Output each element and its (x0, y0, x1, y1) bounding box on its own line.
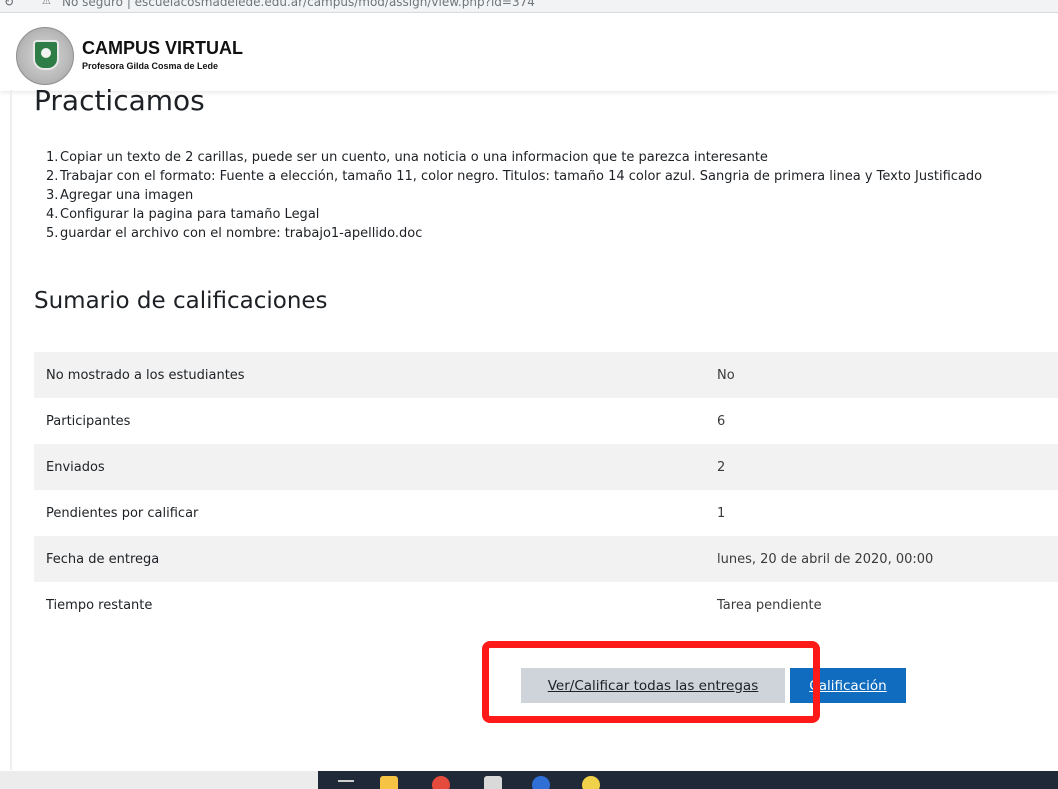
row-value: 2 (717, 444, 1058, 490)
table-row: Fecha de entrega lunes, 20 de abril de 2… (34, 536, 1058, 582)
row-label: Participantes (46, 413, 131, 429)
page-title: Practicamos (34, 84, 205, 117)
task-view-icon[interactable] (338, 780, 354, 782)
grading-summary-table: No mostrado a los estudiantes No Partici… (34, 352, 1058, 628)
table-row: No mostrado a los estudiantes No (34, 352, 1058, 398)
app-icon[interactable] (582, 776, 600, 789)
view-all-submissions-button[interactable]: Ver/Calificar todas las entregas (521, 668, 785, 703)
row-label: Enviados (34, 444, 717, 490)
task-instructions-list: 1. Copiar un texto de 2 carillas, puede s… (46, 148, 982, 243)
grade-button[interactable]: Calificación (790, 668, 906, 703)
warning-lock-icon[interactable]: ⚠ (42, 0, 51, 7)
url-text[interactable]: No seguro | escuelacosmadelede.edu.ar/ca… (62, 0, 535, 9)
chrome-icon[interactable] (432, 776, 450, 789)
taskbar-dark-area (318, 771, 1058, 789)
row-label: No mostrado a los estudiantes (34, 352, 717, 398)
task-item: 5. guardar el archivo con el nombre: trab… (46, 226, 423, 241)
browser-icon[interactable] (532, 776, 550, 789)
task-item: 1. Copiar un texto de 2 carillas, puede s… (46, 150, 768, 165)
school-crest-icon[interactable] (16, 27, 74, 85)
table-row: Tiempo restante Tarea pendiente (34, 582, 1058, 628)
content-left-border (10, 90, 12, 770)
row-value: lunes, 20 de abril de 2020, 00:00 (717, 536, 1058, 582)
os-taskbar (0, 771, 1058, 789)
table-row: Participantes 6 (34, 398, 1058, 444)
grading-summary-title: Sumario de calificaciones (34, 288, 328, 314)
row-value: 6 (717, 413, 726, 429)
site-header: CAMPUS VIRTUAL Profesora Gilda Cosma de … (0, 13, 1058, 91)
task-item: 4. Configurar la pagina para tamaño Legal (46, 207, 320, 222)
row-value: 1 (717, 505, 726, 521)
mail-icon[interactable] (484, 776, 502, 789)
table-row: Pendientes por calificar 1 (34, 490, 1058, 536)
row-label: Pendientes por calificar (46, 505, 199, 521)
row-value: No (717, 352, 1058, 398)
site-title[interactable]: CAMPUS VIRTUAL (82, 38, 243, 59)
crest-center-icon (41, 48, 51, 58)
task-item: 3. Agregar una imagen (46, 188, 194, 203)
task-item: 2. Trabajar con el formato: Fuente a elec… (46, 169, 983, 184)
row-label: Tiempo restante (46, 597, 153, 613)
reload-icon[interactable]: ↻ (4, 0, 14, 9)
table-row: Enviados 2 (34, 444, 1058, 490)
site-subtitle: Profesora Gilda Cosma de Lede (82, 61, 219, 71)
file-explorer-icon[interactable] (380, 776, 398, 789)
row-value: Tarea pendiente (717, 597, 822, 613)
row-label: Fecha de entrega (34, 536, 717, 582)
browser-address-bar[interactable]: ↻ ⚠ No seguro | escuelacosmadelede.edu.a… (0, 0, 1058, 13)
